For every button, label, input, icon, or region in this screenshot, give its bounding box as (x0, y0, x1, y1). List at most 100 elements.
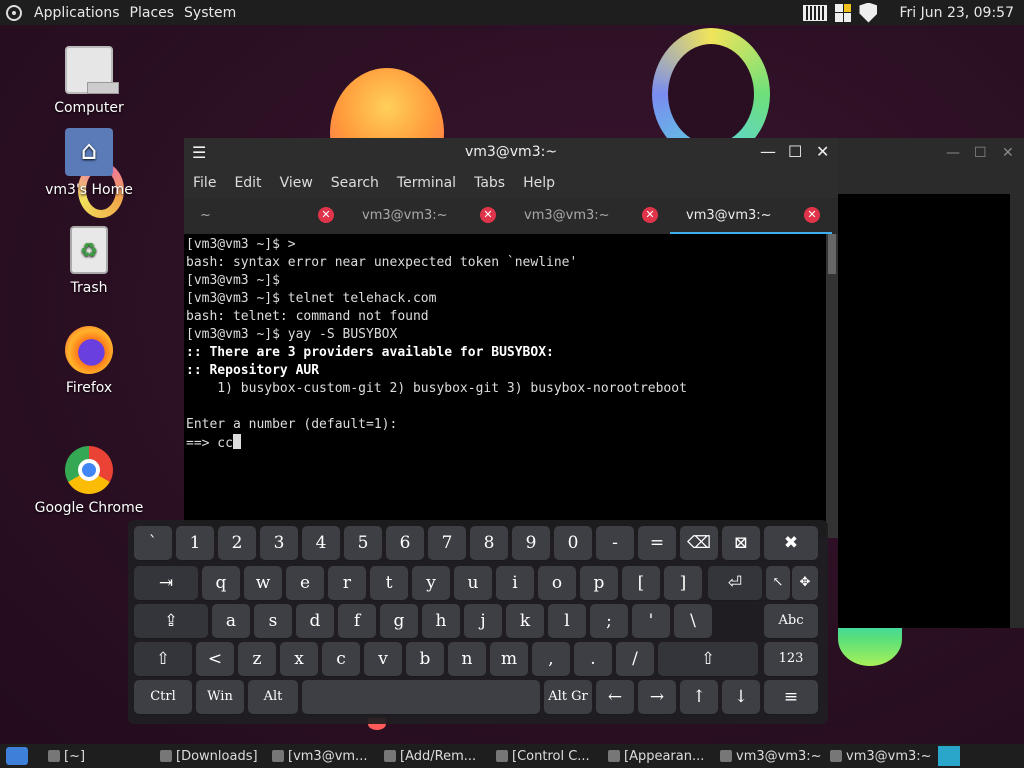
key-o[interactable]: o (538, 566, 576, 600)
shield-icon[interactable] (859, 2, 878, 23)
key-n[interactable]: n (448, 642, 486, 676)
terminal-input-line[interactable]: ==> cc (186, 434, 824, 453)
key-a[interactable]: a (212, 604, 250, 638)
abc-layout-key[interactable]: Abc (764, 604, 818, 638)
key-3[interactable]: 3 (260, 526, 298, 560)
taskbar-item[interactable]: vm3@vm3:~ (830, 747, 932, 765)
key-slash[interactable]: / (616, 642, 654, 676)
clock[interactable]: Fri Jun 23, 09:57 (899, 5, 1014, 21)
desktop-icon-firefox[interactable]: Firefox (34, 326, 144, 396)
keyboard-icon[interactable] (803, 4, 828, 21)
key-t[interactable]: t (370, 566, 408, 600)
terminal-tab[interactable]: vm3@vm3:~ ✕ (346, 198, 508, 234)
key-2[interactable]: 2 (218, 526, 256, 560)
numeric-layout-key[interactable]: 123 (764, 642, 818, 676)
taskbar-item[interactable]: [Control C... (496, 747, 590, 765)
key-5[interactable]: 5 (344, 526, 382, 560)
background-window-body[interactable] (838, 194, 1010, 628)
close-icon[interactable]: ✕ (1002, 145, 1014, 161)
terminal-tab[interactable]: ~ ✕ (184, 198, 346, 234)
key-x[interactable]: x (280, 642, 318, 676)
flag-icon[interactable] (835, 3, 852, 22)
terminal-scrollbar[interactable] (826, 234, 838, 538)
taskbar-item-active[interactable]: vm3@vm3:~ (720, 747, 822, 765)
key-9[interactable]: 9 (512, 526, 550, 560)
system-menu[interactable]: System (184, 5, 236, 21)
move-keyboard-key[interactable]: ✥ (792, 566, 818, 600)
key-f[interactable]: f (338, 604, 376, 638)
key-s[interactable]: s (254, 604, 292, 638)
key-k[interactable]: k (506, 604, 544, 638)
key-1[interactable]: 1 (176, 526, 214, 560)
close-icon[interactable]: ✕ (816, 142, 829, 161)
close-tab-icon[interactable]: ✕ (318, 207, 334, 223)
scrollbar-thumb[interactable] (828, 234, 836, 274)
minimize-icon[interactable]: — (760, 142, 776, 161)
key-=[interactable]: = (638, 526, 676, 560)
key-z[interactable]: z (238, 642, 276, 676)
key-8[interactable]: 8 (470, 526, 508, 560)
right-arrow-key[interactable]: → (638, 680, 676, 714)
close-tab-icon[interactable]: ✕ (480, 207, 496, 223)
distro-logo-icon[interactable] (6, 4, 22, 21)
taskbar-item[interactable]: [vm3@vm... (272, 747, 367, 765)
caps-lock-key[interactable]: ⇪ (134, 604, 208, 638)
key-4[interactable]: 4 (302, 526, 340, 560)
desktop-icon-computer[interactable]: Computer (34, 46, 144, 116)
key-c[interactable]: c (322, 642, 360, 676)
desktop-icon-trash[interactable]: Trash (34, 226, 144, 296)
minimize-icon[interactable]: — (946, 145, 960, 161)
taskbar-item[interactable]: [Add/Rem... (384, 747, 476, 765)
key-d[interactable]: d (296, 604, 334, 638)
menu-key[interactable]: ≡ (764, 680, 818, 714)
key-v[interactable]: v (364, 642, 402, 676)
key-period[interactable]: . (574, 642, 612, 676)
menu-view[interactable]: View (271, 175, 322, 191)
menu-terminal[interactable]: Terminal (388, 175, 465, 191)
menu-help[interactable]: Help (514, 175, 564, 191)
alt-key[interactable]: Alt (248, 680, 298, 714)
down-arrow-key[interactable]: ↓ (722, 680, 760, 714)
key-i[interactable]: i (496, 566, 534, 600)
desktop-icon-home[interactable]: vm3's Home (34, 128, 144, 198)
key-e[interactable]: e (286, 566, 324, 600)
key-6[interactable]: 6 (386, 526, 424, 560)
menu-edit[interactable]: Edit (225, 175, 270, 191)
alt-gr-key[interactable]: Alt Gr (544, 680, 592, 714)
terminal-tab-active[interactable]: vm3@vm3:~ ✕ (670, 198, 832, 234)
terminal-output[interactable]: [vm3@vm3 ~]$ > bash: syntax error near un… (184, 234, 826, 538)
close-keyboard-key[interactable]: ✖ (764, 526, 818, 560)
key-b[interactable]: b (406, 642, 444, 676)
taskbar-item[interactable]: [~] (48, 747, 85, 765)
taskbar-item[interactable]: [Downloads] (160, 747, 258, 765)
menu-file[interactable]: File (184, 175, 225, 191)
keyboard-tray-icon[interactable] (938, 746, 960, 766)
clear-key[interactable]: ⊠ (722, 526, 760, 560)
key-][interactable]: ] (664, 566, 702, 600)
enter-key[interactable]: ⏎ (708, 566, 762, 600)
ctrl-key[interactable]: Ctrl (134, 680, 192, 714)
background-terminal-window[interactable]: — ☐ ✕ (838, 138, 1024, 628)
key-h[interactable]: h (422, 604, 460, 638)
maximize-icon[interactable]: ☐ (788, 142, 802, 161)
tab-key[interactable]: ⇥ (134, 566, 198, 600)
background-window-titlebar[interactable] (838, 138, 1024, 194)
space-key[interactable] (302, 680, 540, 714)
key-comma[interactable]: , (532, 642, 570, 676)
key-0[interactable]: 0 (554, 526, 592, 560)
menu-tabs[interactable]: Tabs (465, 175, 514, 191)
key-g[interactable]: g (380, 604, 418, 638)
places-menu[interactable]: Places (130, 5, 175, 21)
key-l[interactable]: l (548, 604, 586, 638)
key-less-than[interactable]: < (196, 642, 234, 676)
win-key[interactable]: Win (196, 680, 244, 714)
show-desktop-icon[interactable] (6, 747, 28, 765)
terminal-titlebar[interactable]: ☰ vm3@vm3:~ — ☐ ✕ (184, 138, 838, 168)
terminal-tab[interactable]: vm3@vm3:~ ✕ (508, 198, 670, 234)
taskbar-item[interactable]: [Appearan... (608, 747, 704, 765)
key-[[interactable]: [ (622, 566, 660, 600)
close-tab-icon[interactable]: ✕ (642, 207, 658, 223)
key-j[interactable]: j (464, 604, 502, 638)
key-7[interactable]: 7 (428, 526, 466, 560)
key-w[interactable]: w (244, 566, 282, 600)
